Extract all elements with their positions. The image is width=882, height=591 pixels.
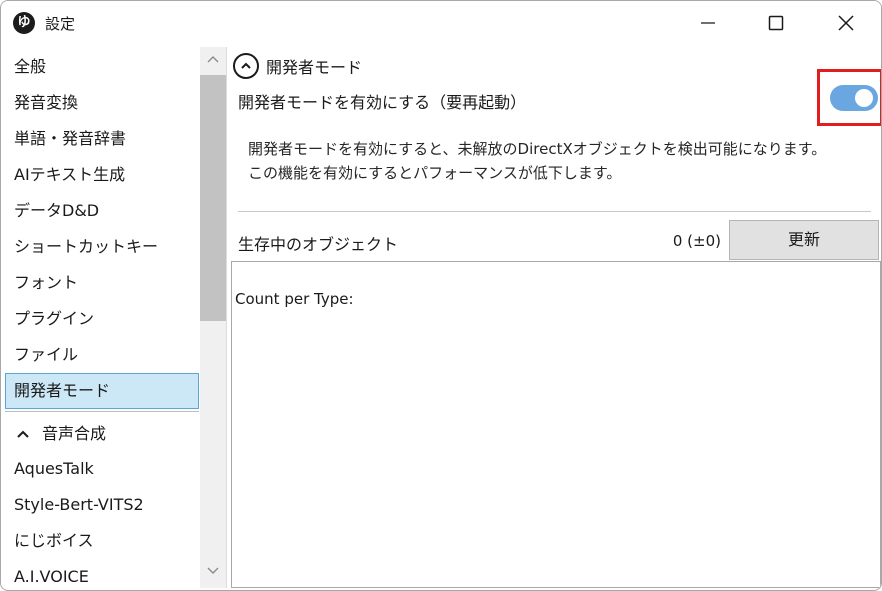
settings-window: ゆ 設定 全般 発音変換 単語・発音辞書 AIテキスト生成 データD&D ショー…: [0, 0, 882, 591]
refresh-button[interactable]: 更新: [729, 220, 879, 260]
sidebar-item-data-dnd[interactable]: データD&D: [5, 193, 199, 229]
collapse-section-button[interactable]: [233, 53, 259, 79]
title-bar: ゆ 設定: [1, 1, 881, 45]
close-button[interactable]: [811, 1, 881, 45]
live-objects-label: 生存中のオブジェクト: [238, 235, 399, 254]
description-line-2: この機能を有効にするとパフォーマンスが低下します。: [248, 164, 622, 182]
sidebar-item-developer-mode[interactable]: 開発者モード: [5, 373, 199, 409]
sidebar-item-dictionary[interactable]: 単語・発音辞書: [5, 121, 199, 157]
toggle-knob: [855, 89, 873, 107]
sidebar-item-style-bert-vits2[interactable]: Style-Bert-VITS2: [5, 487, 199, 523]
sidebar-item-font[interactable]: フォント: [5, 265, 199, 301]
sidebar-divider: [5, 411, 199, 412]
developer-mode-toggle[interactable]: [830, 85, 878, 111]
window-title: 設定: [45, 15, 76, 33]
live-objects-count: 0 (±0): [672, 232, 721, 250]
scrollbar-thumb[interactable]: [200, 75, 226, 321]
scroll-up-icon[interactable]: [206, 53, 220, 65]
sidebar-item-ai-text[interactable]: AIテキスト生成: [5, 157, 199, 193]
close-icon: [838, 15, 854, 31]
sidebar-item-niji-voice[interactable]: にじボイス: [5, 523, 199, 559]
scroll-down-icon[interactable]: [206, 565, 220, 577]
sidebar-item-shortcuts[interactable]: ショートカットキー: [5, 229, 199, 265]
description-text: 開発者モードを有効にすると、未解放のDirectXオブジェクトを検出可能になりま…: [248, 137, 826, 185]
sidebar-item-ai-voice[interactable]: A.I.VOICE: [5, 559, 199, 588]
developer-mode-panel: 開発者モード 開発者モードを有効にする（要再起動） 開発者モードを有効にすると、…: [229, 47, 881, 588]
sidebar-section-voice-synthesis[interactable]: 音声合成: [5, 417, 199, 451]
section-title: 開発者モード: [266, 58, 363, 77]
object-output-area[interactable]: Count per Type:: [231, 261, 881, 588]
sidebar-section-label: 音声合成: [42, 424, 107, 443]
developer-mode-toggle-label: 開発者モードを有効にする（要再起動）: [238, 93, 527, 112]
app-icon: ゆ: [13, 12, 35, 34]
sidebar-item-pronunciation[interactable]: 発音変換: [5, 85, 199, 121]
chevron-up-icon: [16, 417, 32, 451]
output-text: Count per Type:: [235, 290, 354, 308]
settings-sidebar: 全般 発音変換 単語・発音辞書 AIテキスト生成 データD&D ショートカットキ…: [5, 47, 227, 588]
minimize-icon: [701, 22, 715, 24]
sidebar-item-plugins[interactable]: プラグイン: [5, 301, 199, 337]
chevron-up-icon: [241, 62, 251, 69]
minimize-button[interactable]: [673, 1, 743, 45]
description-line-1: 開発者モードを有効にすると、未解放のDirectXオブジェクトを検出可能になりま…: [248, 140, 827, 158]
sidebar-item-file[interactable]: ファイル: [5, 337, 199, 373]
sidebar-scrollbar[interactable]: [200, 47, 226, 588]
sidebar-item-general[interactable]: 全般: [5, 49, 199, 85]
maximize-icon: [768, 15, 784, 31]
sidebar-item-aquestalk[interactable]: AquesTalk: [5, 451, 199, 487]
divider: [238, 211, 871, 212]
maximize-button[interactable]: [741, 1, 811, 45]
